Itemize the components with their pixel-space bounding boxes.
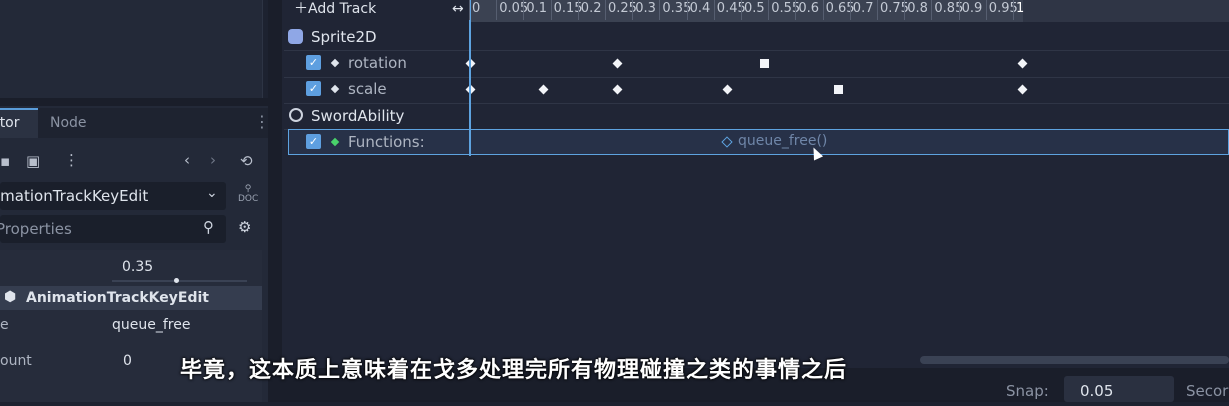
- track-label-scale: scale: [348, 80, 387, 98]
- fit-width-icon[interactable]: ↔: [452, 0, 464, 18]
- ruler-tick: [958, 0, 960, 20]
- ruler-tick: [605, 0, 606, 20]
- dock-separator[interactable]: [0, 98, 282, 106]
- ruler-tick-label: 0.9: [961, 1, 983, 16]
- horizontal-scrollbar[interactable]: [920, 356, 1229, 364]
- ruler-tick: [768, 0, 770, 20]
- ruler-tick-label: 0.3: [635, 1, 656, 16]
- node-circle-icon: [289, 108, 303, 122]
- keyframe[interactable]: [760, 59, 769, 68]
- ruler-tick: [985, 0, 987, 20]
- track-label-rotation: rotation: [348, 54, 407, 72]
- ruler-tick: [550, 0, 552, 20]
- filter-properties-input[interactable]: Properties: [0, 215, 226, 243]
- video-subtitle: 毕竟，这本质上意味着在戈多处理完所有物理碰撞之类的事情之后: [180, 358, 848, 383]
- object-type-dropdown[interactable]: imationTrackKeyEdit: [0, 182, 226, 210]
- ruler-tick-label: 1: [1016, 1, 1025, 16]
- ruler-tick: [741, 0, 742, 20]
- ruler-tick: [931, 0, 933, 20]
- cube-icon: ⬢: [4, 289, 17, 305]
- time-slider-knob[interactable]: [174, 278, 179, 283]
- add-track-label: Add Track: [308, 1, 377, 17]
- tab-node[interactable]: Node: [50, 108, 87, 138]
- group-row-sprite2d[interactable]: [284, 24, 1229, 51]
- keyframe[interactable]: [834, 85, 843, 94]
- snap-label: Snap:: [1006, 382, 1049, 400]
- chevron-down-icon[interactable]: ⌄: [206, 185, 218, 201]
- ruler-tick: [795, 0, 797, 20]
- ruler-tick: [849, 0, 851, 20]
- track-row-rotation[interactable]: [284, 51, 1229, 78]
- section-title: AnimationTrackKeyEdit: [26, 290, 209, 306]
- ruler-inactive-range[interactable]: [1023, 0, 1229, 22]
- open-icon[interactable]: ▪: [0, 152, 10, 170]
- ruler-tick-label: 0.8: [907, 1, 928, 16]
- scene-panel: [0, 0, 263, 99]
- time-slider-value[interactable]: 0.35: [122, 259, 153, 275]
- ruler-tick-label: 0.1: [526, 1, 548, 16]
- playhead[interactable]: [469, 0, 471, 156]
- tools-icon[interactable]: ⚙: [238, 218, 251, 236]
- ruler-tick: [469, 0, 470, 20]
- inspector-tabbar: [0, 108, 268, 138]
- search-icon: ⚲: [203, 218, 214, 236]
- prop-label-name: e: [0, 317, 9, 333]
- group-row-swordability[interactable]: [284, 103, 1229, 130]
- ruler-tick-label: 0.6: [798, 1, 820, 16]
- prop-value-name[interactable]: queue_free: [112, 317, 190, 333]
- track-enable-checkbox[interactable]: ✓: [306, 81, 321, 96]
- track-row-scale[interactable]: [284, 77, 1229, 104]
- ruler-tick: [523, 0, 525, 20]
- panel-splitter[interactable]: [268, 0, 282, 402]
- more-icon[interactable]: ⋮: [64, 151, 79, 169]
- track-enable-checkbox[interactable]: ✓: [306, 55, 321, 70]
- ruler-tick-label: 0.4: [689, 1, 711, 16]
- ruler-tick-label: 0.7: [852, 1, 874, 16]
- track-enable-checkbox[interactable]: ✓: [306, 134, 321, 149]
- add-track-button[interactable]: ＋Add Track: [294, 0, 376, 18]
- ruler-tick: [577, 0, 579, 20]
- ruler-tick: [904, 0, 906, 20]
- ruler-tick: [496, 0, 498, 20]
- ruler-tick: [686, 0, 688, 20]
- doc-icon[interactable]: ⚲ DOC: [238, 184, 258, 204]
- back-icon[interactable]: ‹: [184, 151, 190, 169]
- tab-inspector[interactable]: ctor: [0, 108, 38, 138]
- forward-icon[interactable]: ›: [210, 151, 216, 169]
- ruler-tick: [713, 0, 715, 20]
- prop-label-count: ount: [0, 353, 32, 369]
- ruler-tick: [1013, 0, 1014, 20]
- doc-label: DOC: [238, 194, 259, 204]
- track-label-functions: Functions:: [348, 133, 425, 151]
- sprite2d-icon: [288, 29, 303, 44]
- snap-mode-dropdown[interactable]: Secor: [1186, 382, 1228, 400]
- ruler-tick: [877, 0, 878, 20]
- ruler-tick-label: 0.2: [580, 1, 602, 16]
- time-slider-track[interactable]: [112, 280, 247, 282]
- history-icon[interactable]: ⟲: [240, 152, 253, 170]
- ruler-tick: [632, 0, 634, 20]
- snap-input[interactable]: 0.05: [1064, 376, 1174, 402]
- group-label-sprite2d: Sprite2D: [311, 28, 377, 46]
- ruler-tick: [822, 0, 824, 20]
- prop-value-count[interactable]: 0: [123, 353, 132, 369]
- group-label-swordability: SwordAbility: [311, 107, 405, 125]
- ruler-tick-label: 0.5: [744, 1, 765, 16]
- save-icon[interactable]: ▣: [26, 152, 40, 170]
- ruler-tick-label: 0: [472, 1, 481, 16]
- ruler-tick: [659, 0, 661, 20]
